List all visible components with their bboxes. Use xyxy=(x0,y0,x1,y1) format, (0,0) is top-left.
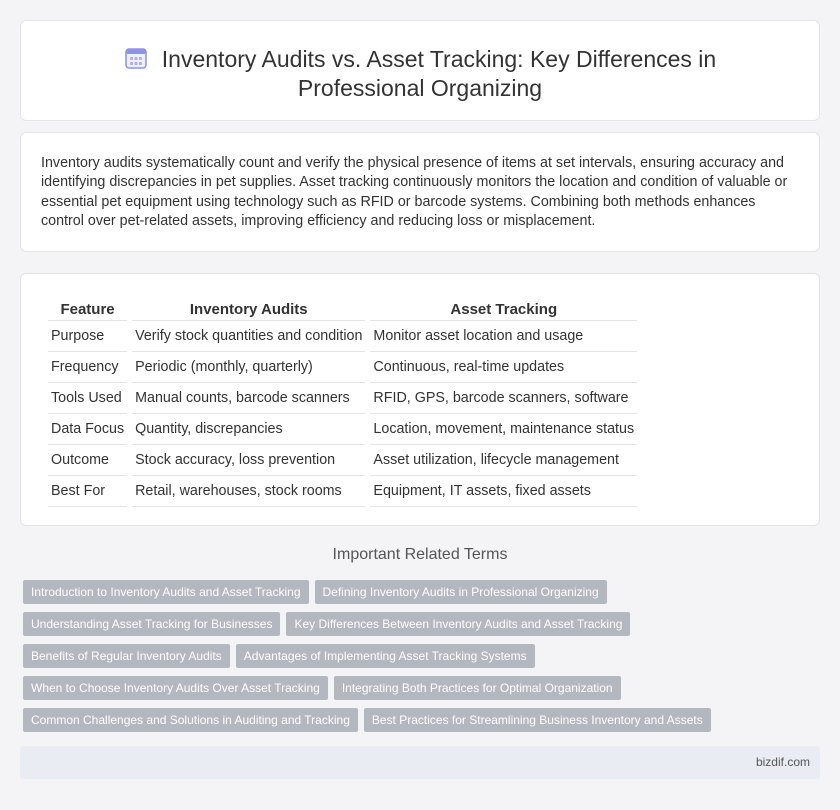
title-line-2: Professional Organizing xyxy=(297,75,543,101)
calendar-icon xyxy=(125,48,147,69)
table-row: Best For Retail, warehouses, stock rooms… xyxy=(48,476,638,507)
asset-tracking-cell: RFID, GPS, barcode scanners, software xyxy=(370,383,638,414)
tag-row: Introduction to Inventory Audits and Ass… xyxy=(23,580,823,612)
related-term-link[interactable]: Benefits of Regular Inventory Audits xyxy=(23,644,230,668)
table-row: Frequency Periodic (monthly, quarterly) … xyxy=(48,352,638,383)
related-term-link[interactable]: Integrating Both Practices for Optimal O… xyxy=(333,676,621,700)
related-terms-heading: Important Related Terms xyxy=(332,546,508,563)
related-term-link[interactable]: When to Choose Inventory Audits Over Ass… xyxy=(23,676,328,700)
inventory-audits-cell: Stock accuracy, loss prevention xyxy=(132,445,366,476)
related-term-link[interactable]: Understanding Asset Tracking for Busines… xyxy=(23,612,281,636)
feature-cell: Frequency xyxy=(48,352,128,383)
related-term-link[interactable]: Key Differences Between Inventory Audits… xyxy=(286,612,631,636)
table-row: Outcome Stock accuracy, loss prevention … xyxy=(48,445,638,476)
related-term-link[interactable]: Advantages of Implementing Asset Trackin… xyxy=(235,644,535,668)
title-line-1: Inventory Audits vs. Asset Tracking: Key… xyxy=(161,46,717,72)
related-terms-list: Introduction to Inventory Audits and Ass… xyxy=(23,580,823,740)
intro-paragraph: Inventory audits systematically count an… xyxy=(41,155,788,230)
feature-cell: Best For xyxy=(48,476,128,507)
related-term-link[interactable]: Common Challenges and Solutions in Audit… xyxy=(23,708,358,732)
feature-cell: Outcome xyxy=(48,445,128,476)
table-header-row: Feature Inventory Audits Asset Tracking xyxy=(48,295,638,321)
table-row: Data Focus Quantity, discrepancies Locat… xyxy=(48,414,638,445)
intro-card: Inventory audits systematically count an… xyxy=(20,132,820,252)
comparison-table: Feature Inventory Audits Asset Tracking … xyxy=(43,295,642,507)
tag-row: Benefits of Regular Inventory Audits Adva… xyxy=(23,644,823,676)
table-row: Purpose Verify stock quantities and cond… xyxy=(48,321,638,352)
feature-cell: Data Focus xyxy=(48,414,128,445)
feature-cell: Purpose xyxy=(48,321,128,352)
inventory-audits-cell: Verify stock quantities and condition xyxy=(132,321,366,352)
inventory-audits-cell: Periodic (monthly, quarterly) xyxy=(132,352,366,383)
column-header-feature: Feature xyxy=(48,295,128,321)
asset-tracking-cell: Location, movement, maintenance status xyxy=(370,414,638,445)
header-card: Inventory Audits vs. Asset Tracking: Key… xyxy=(20,20,820,121)
inventory-audits-cell: Quantity, discrepancies xyxy=(132,414,366,445)
tag-row: Common Challenges and Solutions in Audit… xyxy=(23,708,823,740)
column-header-asset-tracking: Asset Tracking xyxy=(370,295,638,321)
related-term-link[interactable]: Best Practices for Streamlining Business… xyxy=(363,708,711,732)
page-title: Inventory Audits vs. Asset Tracking: Key… xyxy=(21,45,819,103)
tag-row: Understanding Asset Tracking for Busines… xyxy=(23,612,823,644)
asset-tracking-cell: Continuous, real-time updates xyxy=(370,352,638,383)
inventory-audits-cell: Manual counts, barcode scanners xyxy=(132,383,366,414)
column-header-inventory-audits: Inventory Audits xyxy=(132,295,366,321)
asset-tracking-cell: Monitor asset location and usage xyxy=(370,321,638,352)
inventory-audits-cell: Retail, warehouses, stock rooms xyxy=(132,476,366,507)
asset-tracking-cell: Asset utilization, lifecycle management xyxy=(370,445,638,476)
table-row: Tools Used Manual counts, barcode scanne… xyxy=(48,383,638,414)
tag-row: When to Choose Inventory Audits Over Ass… xyxy=(23,676,823,708)
footer: bizdif.com xyxy=(20,746,820,779)
related-term-link[interactable]: Introduction to Inventory Audits and Ass… xyxy=(23,580,309,604)
site-name[interactable]: bizdif.com xyxy=(756,755,810,769)
feature-cell: Tools Used xyxy=(48,383,128,414)
asset-tracking-cell: Equipment, IT assets, fixed assets xyxy=(370,476,638,507)
related-term-link[interactable]: Defining Inventory Audits in Professiona… xyxy=(314,580,607,604)
comparison-card: Feature Inventory Audits Asset Tracking … xyxy=(20,273,820,526)
